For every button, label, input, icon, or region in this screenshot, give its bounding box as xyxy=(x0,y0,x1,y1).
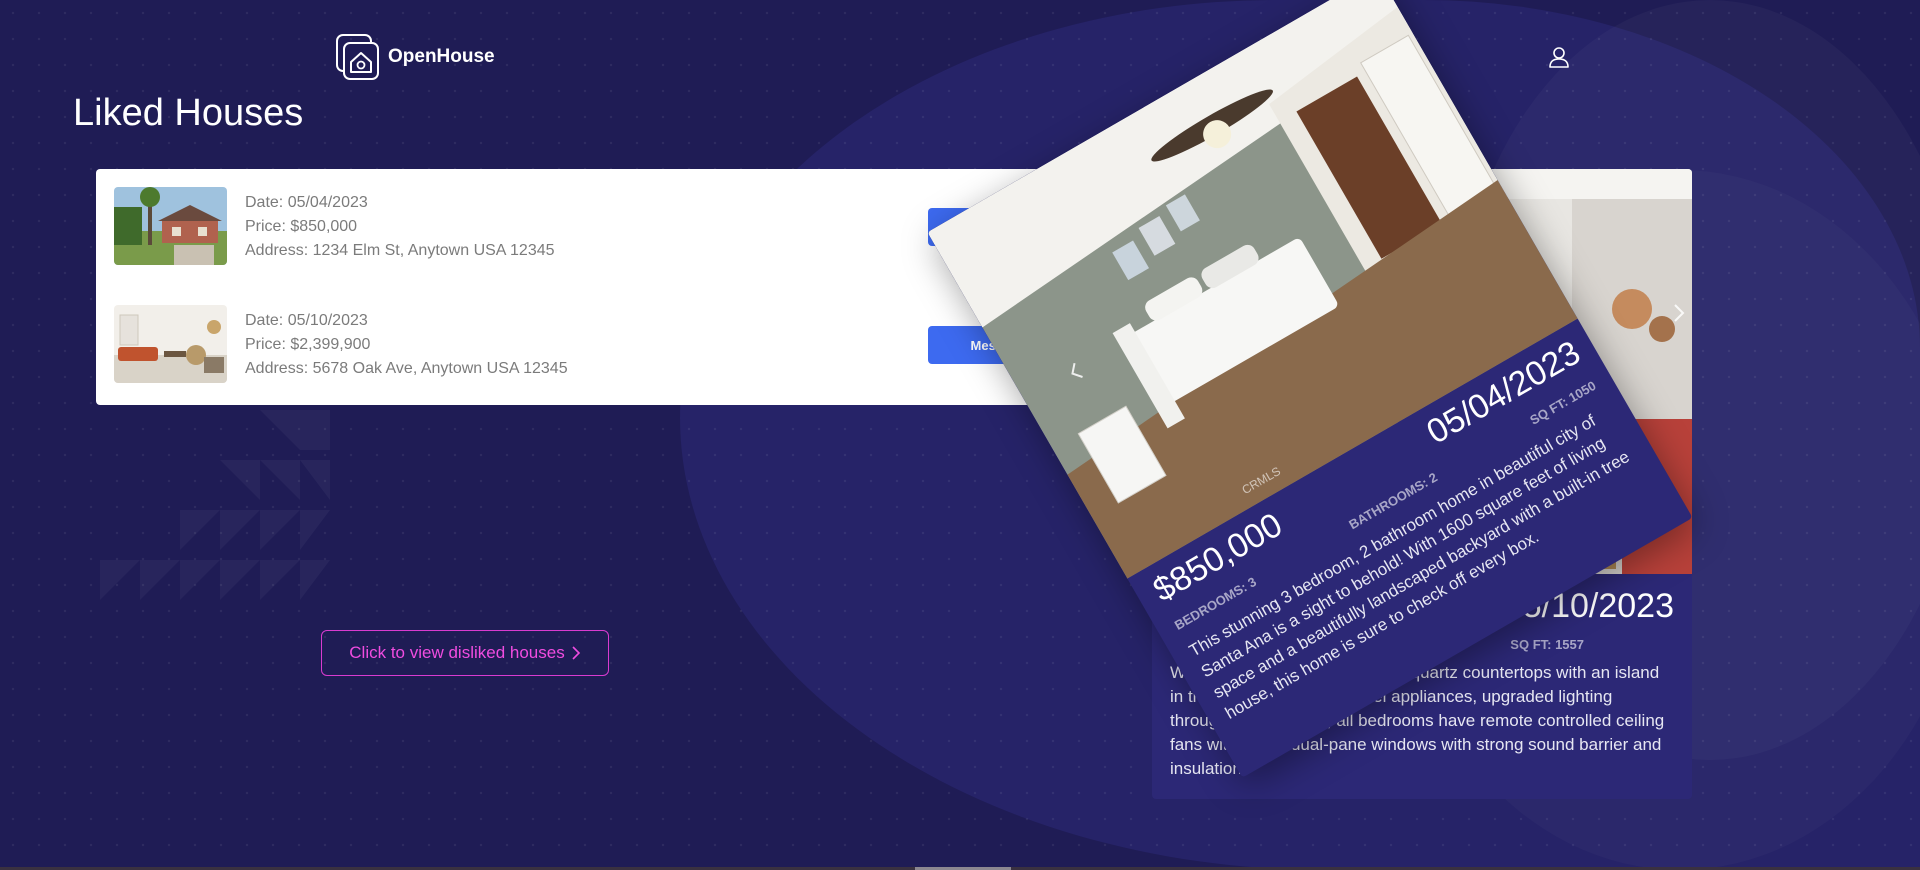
house-info: Date: 05/04/2023 Price: $850,000 Address… xyxy=(245,191,555,263)
house-thumbnail[interactable] xyxy=(114,187,227,265)
page-title: Liked Houses xyxy=(73,92,304,134)
brand-name: OpenHouse xyxy=(388,46,495,67)
house-thumbnail[interactable] xyxy=(114,305,227,383)
house-address: Address: 1234 Elm St, Anytown USA 12345 xyxy=(245,242,555,259)
house-address: Address: 5678 Oak Ave, Anytown USA 12345 xyxy=(245,360,568,377)
triangle-pattern-decoration xyxy=(100,410,330,600)
house-exterior-photo xyxy=(114,187,227,265)
view-disliked-houses-label: Click to view disliked houses xyxy=(349,643,565,662)
view-disliked-houses-button[interactable]: Click to view disliked houses xyxy=(321,630,609,676)
chevron-right-icon xyxy=(572,646,580,660)
house-price: Price: $850,000 xyxy=(245,218,358,235)
user-icon xyxy=(1549,47,1569,68)
brand-logo[interactable]: OpenHouse xyxy=(336,34,495,80)
house-date: Date: 05/10/2023 xyxy=(245,312,368,329)
living-room-photo xyxy=(114,305,227,383)
house-date: Date: 05/04/2023 xyxy=(245,194,368,211)
house-price: Price: $2,399,900 xyxy=(245,336,371,353)
card-sqft: SQ FT: 1557 xyxy=(1510,637,1584,652)
user-profile-button[interactable] xyxy=(1548,46,1570,73)
house-in-frame-icon xyxy=(336,34,379,80)
house-info: Date: 05/10/2023 Price: $2,399,900 Addre… xyxy=(245,309,568,381)
